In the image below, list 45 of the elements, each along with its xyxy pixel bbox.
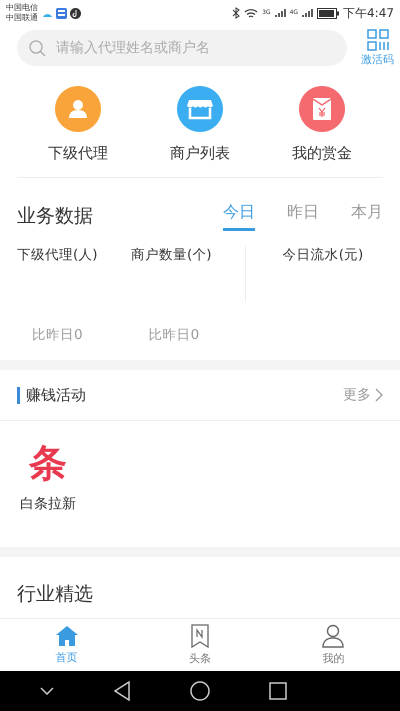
section-title: 业务数据 <box>17 204 93 229</box>
status-time: 下午4:47 <box>343 4 394 22</box>
shortcut-button[interactable]: 下级代理 <box>23 86 133 163</box>
stat-label: 商户数量(个) <box>131 246 213 264</box>
home-icon <box>54 625 79 647</box>
signal-icon <box>302 8 314 18</box>
activity-item[interactable]: 条 白条拉新 <box>20 441 76 525</box>
activation-code-button[interactable]: 激活码 <box>361 29 394 67</box>
more-link[interactable]: 更多 <box>343 386 383 404</box>
bluetooth-icon <box>232 7 240 19</box>
stat-label: 下级代理(人) <box>17 246 99 264</box>
chevron-down-icon[interactable] <box>40 687 54 695</box>
person-icon <box>67 98 89 120</box>
section-title: 行业精选 <box>16 582 94 607</box>
wifi-icon <box>244 8 258 18</box>
chevron-right-icon <box>375 388 383 402</box>
music-app-icon <box>70 8 81 18</box>
shop-icon <box>187 98 213 120</box>
nav-tab[interactable]: 我的 <box>266 619 400 671</box>
search-icon <box>29 40 46 56</box>
nav-tab[interactable]: 首页 <box>0 619 134 671</box>
comparison-text: 比昨日0 <box>32 326 83 344</box>
comparison-text: 比昨日0 <box>148 326 200 344</box>
back-icon[interactable] <box>112 681 131 701</box>
search-field[interactable]: 请输入代理姓名或商户名 <box>54 39 335 57</box>
bookmark-icon <box>190 624 210 648</box>
nav-tab[interactable]: 头条 <box>133 619 267 671</box>
envelope-icon <box>312 97 332 121</box>
period-tab[interactable]: 昨日 <box>287 202 319 230</box>
section-title: 赚钱活动 <box>26 386 86 404</box>
carrier-name: 中国联通 <box>6 13 38 23</box>
recents-icon[interactable] <box>269 682 288 700</box>
period-tab[interactable]: 本月 <box>351 202 383 230</box>
app-icon <box>56 8 67 18</box>
battery-icon <box>317 8 340 18</box>
shortcut-button[interactable]: 我的赏金 <box>267 86 377 163</box>
carrier-name: 中国电信 <box>6 3 38 13</box>
profile-icon <box>322 624 344 648</box>
shortcut-button[interactable]: 商户列表 <box>145 86 255 163</box>
home-circle-icon[interactable] <box>190 681 210 701</box>
stat-label: 今日流水(元) <box>282 246 364 265</box>
grid-icon <box>366 29 388 51</box>
period-tab[interactable]: 今日 <box>223 202 255 230</box>
signal-icon <box>274 8 286 18</box>
search-bar[interactable]: 请输入代理姓名或商户名 <box>17 30 347 66</box>
